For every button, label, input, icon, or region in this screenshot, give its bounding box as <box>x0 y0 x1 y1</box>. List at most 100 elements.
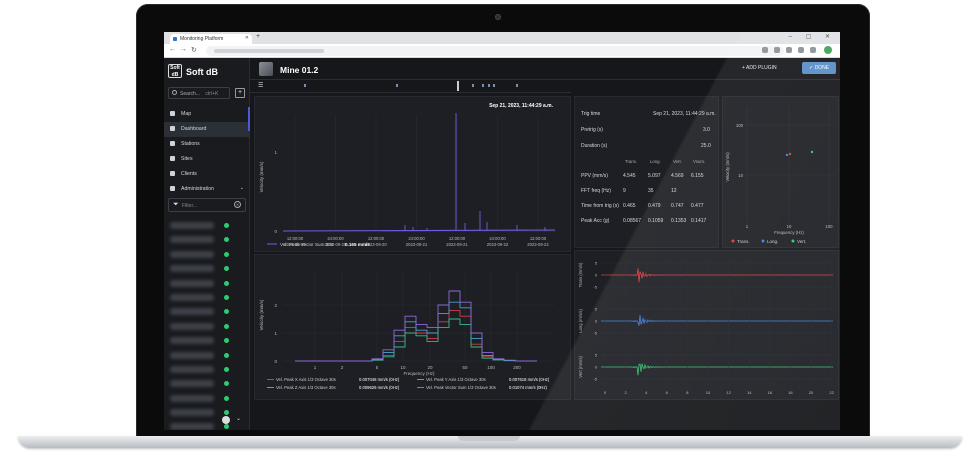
extension-icon[interactable] <box>786 47 792 53</box>
x-axis-label: Frequency (Hz) <box>403 371 435 376</box>
status-dot-icon <box>224 381 229 387</box>
octave-chart[interactable]: Velocity (mm/s) 0 1 2 1 2 5 10 20 50 100 200 Frequen… <box>255 255 572 401</box>
done-button[interactable]: ✓ DONE <box>802 62 836 74</box>
sidebar-item-label: Stations <box>181 141 200 147</box>
brand-name: Soft dB <box>186 67 218 77</box>
sidebar-item-map[interactable]: Map <box>164 107 250 122</box>
station-list-item[interactable] <box>168 290 246 304</box>
chevron-down-icon: ⌄ <box>239 185 244 191</box>
legend-label: Vel. Peak Z Axis 1/3 Octave 30s <box>276 385 336 390</box>
x-tick-label: 1 <box>746 224 749 229</box>
timeline-event[interactable] <box>482 84 484 87</box>
frequency-scatter-chart[interactable]: Velocity (mm/s) 100 10 1 10 100 Frequency (Hz)… <box>723 97 840 249</box>
station-list-item[interactable] <box>168 376 246 390</box>
waveform-trace <box>601 268 833 283</box>
clear-filter-icon[interactable]: ✕ <box>234 201 241 208</box>
x-tick-label: 12:00:00 <box>449 236 466 241</box>
x-tick-label: 10 <box>787 224 792 229</box>
data-point <box>810 150 814 154</box>
x-tick-label: 10 <box>400 365 406 370</box>
browser-tab[interactable]: Monitoring Platform ✕ <box>170 34 252 44</box>
reload-icon[interactable]: ↻ <box>191 46 197 54</box>
station-list-item[interactable] <box>168 232 246 246</box>
timeseries-chart[interactable]: Sep 21, 2023, 11:44:29 a.m. Velocity (mm/… <box>255 97 572 253</box>
timeline-event[interactable] <box>493 84 495 87</box>
waveform-trace <box>601 314 833 326</box>
station-list-item[interactable] <box>168 304 246 318</box>
profile-avatar[interactable] <box>824 46 832 54</box>
table-cell: 12 <box>671 188 677 194</box>
address-bar[interactable] <box>206 46 784 56</box>
forward-icon[interactable]: → <box>180 46 187 53</box>
star-icon[interactable] <box>774 47 780 53</box>
legend-value: 0.165 mm/s <box>345 242 370 247</box>
new-tab-button[interactable]: + <box>256 33 260 40</box>
x-tick-label: 100 <box>825 224 833 229</box>
add-button[interactable]: + <box>235 88 245 98</box>
x-tick-label: 2023-09-22 <box>487 242 509 247</box>
legend-value: 0.007048 mm/s (0Hz) <box>359 377 400 382</box>
search-input[interactable]: Search... ctrl+K <box>168 87 230 99</box>
station-list-item[interactable] <box>168 333 246 347</box>
station-list-item[interactable] <box>168 419 246 430</box>
table-cell: 0.08567 <box>623 218 642 224</box>
station-list-item[interactable] <box>168 362 246 376</box>
station-list-item[interactable] <box>168 405 246 419</box>
timeline-event[interactable] <box>472 84 474 87</box>
station-name <box>170 308 214 316</box>
timeline-event[interactable] <box>488 84 490 87</box>
user-avatar-icon[interactable] <box>222 416 230 424</box>
status-dot-icon <box>224 223 229 228</box>
frequency-scatter-panel: Velocity (mm/s) 100 10 1 10 100 Frequency (Hz)… <box>722 96 839 248</box>
menu-icon[interactable]: ☰ <box>258 82 263 89</box>
column-header: Vert. <box>673 159 682 164</box>
webcam <box>495 14 501 20</box>
laptop-notch <box>458 436 520 441</box>
station-name <box>170 423 214 430</box>
sidebar-item-sites[interactable]: Sites <box>164 152 250 167</box>
waveform-chart[interactable]: Trans (mm/s) 5 0 -5 Long (mm/s) 5 0 -5 Vert (mm/… <box>575 251 840 401</box>
sidebar-item-clients[interactable]: Clients <box>164 167 250 182</box>
x-tick-label: 20 <box>427 365 433 370</box>
close-tab-icon[interactable]: ✕ <box>245 35 249 41</box>
legend-label: Long. <box>767 239 778 244</box>
share-icon[interactable] <box>762 47 768 53</box>
station-list-item[interactable] <box>168 348 246 362</box>
y-tick-label: 10 <box>738 173 743 178</box>
screen: Monitoring Platform ✕ + – ▢ ✕ ← → ↻ Soft… <box>164 32 840 430</box>
timeline-cursor[interactable] <box>457 81 459 91</box>
station-list-item[interactable] <box>168 276 246 290</box>
window-controls[interactable]: – ▢ ✕ <box>789 33 836 40</box>
station-list-item[interactable] <box>168 319 246 333</box>
sidebar-item-administration[interactable]: Administration ⌄ <box>164 182 250 197</box>
sidebar-scrollbar[interactable] <box>248 107 250 131</box>
sidebar-item-stations[interactable]: Stations <box>164 137 250 152</box>
sidebar: Soft dB Soft dB Search... ctrl+K + Map Da… <box>164 58 250 430</box>
event-timeline[interactable]: ☰ <box>250 80 571 93</box>
station-list-item[interactable] <box>168 247 246 261</box>
back-icon[interactable]: ← <box>169 46 176 53</box>
timeline-event[interactable] <box>396 84 398 87</box>
y-tick-label: 2 <box>274 303 277 308</box>
station-list-item[interactable] <box>168 391 246 405</box>
window-icon[interactable] <box>810 47 816 53</box>
status-dot-icon <box>224 309 229 315</box>
data-point <box>788 152 792 156</box>
timeline-event[interactable] <box>516 84 518 87</box>
chevron-down-icon[interactable]: ⌄ <box>236 415 241 422</box>
sidebar-item-dashboard[interactable]: Dashboard <box>164 122 250 137</box>
sidepanel-icon[interactable] <box>798 47 804 53</box>
station-filter-input[interactable]: ⏷ Filter... ✕ <box>168 198 246 212</box>
station-list-item[interactable] <box>168 261 246 275</box>
station-list-item[interactable] <box>168 218 246 232</box>
table-cell: 0.1059 <box>648 218 664 224</box>
station-name <box>170 351 214 359</box>
sidebar-item-label: Clients <box>181 171 197 177</box>
table-cell: 4.569 <box>671 173 684 179</box>
x-tick-label: 1 <box>314 365 317 370</box>
timeline-event[interactable] <box>304 84 306 87</box>
y-tick-label: 1 <box>274 150 277 155</box>
dashboard-icon <box>170 126 175 131</box>
add-plugin-button[interactable]: + ADD PLUGIN <box>742 65 777 71</box>
waveform-panel: Trans (mm/s) 5 0 -5 Long (mm/s) 5 0 -5 Vert (mm/… <box>574 250 839 400</box>
